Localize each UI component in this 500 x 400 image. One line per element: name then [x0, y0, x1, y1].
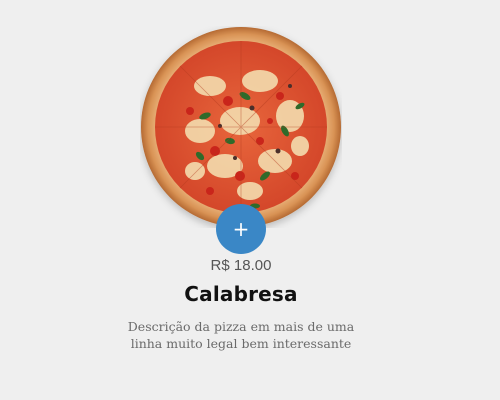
pizza-image [140, 26, 342, 228]
product-name: Calabresa [184, 282, 298, 306]
add-to-cart-button[interactable]: + [216, 204, 266, 254]
product-description: Descrição da pizza em mais de uma linha … [127, 319, 355, 351]
product-card: + R$ 18.00 Calabresa Descrição da pizza … [0, 0, 500, 400]
product-price: R$ 18.00 [210, 257, 272, 274]
